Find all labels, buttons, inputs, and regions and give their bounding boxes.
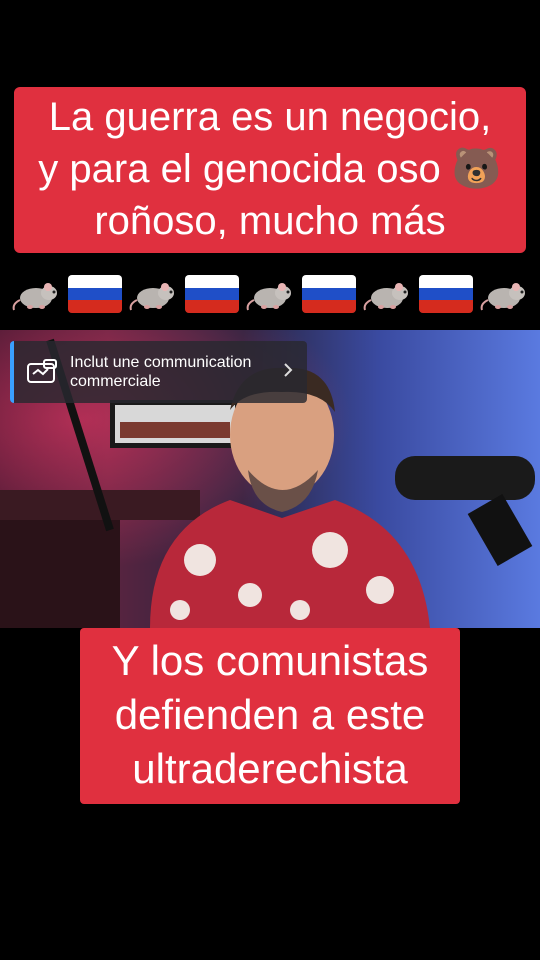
chevron-right-icon [283, 362, 297, 382]
top-caption: La guerra es un negocio, y para el genoc… [14, 87, 526, 253]
top-caption-line-2: y para el genocida oso 🐻 [38, 147, 502, 191]
bottom-caption-line-1: Y los comunistas [111, 637, 429, 684]
commercial-disclosure-line-1: Inclut une communication [70, 354, 252, 371]
rat-icon [127, 274, 179, 314]
russia-flag-icon [184, 275, 239, 313]
top-caption-line-3: roñoso, mucho más [94, 199, 446, 243]
russia-flag-icon [67, 275, 122, 313]
commercial-disclosure-banner[interactable]: Inclut une communication commerciale [10, 341, 307, 403]
bottom-caption-line-3: ultraderechista [132, 745, 408, 792]
rat-icon [361, 274, 413, 314]
bottom-caption: Y los comunistas defienden a este ultrad… [80, 628, 460, 804]
rat-icon [478, 274, 530, 314]
russia-flag-icon [301, 275, 356, 313]
rat-icon [244, 274, 296, 314]
top-caption-line-1: La guerra es un negocio, [48, 95, 492, 139]
bottom-caption-line-2: defienden a este [114, 691, 426, 738]
handshake-icon [27, 359, 57, 383]
russia-flag-icon [418, 275, 473, 313]
commercial-disclosure-line-2: commerciale [70, 373, 161, 390]
emoji-row [10, 266, 530, 322]
commercial-disclosure-text: Inclut une communication commerciale [70, 353, 283, 391]
rat-icon [10, 274, 62, 314]
